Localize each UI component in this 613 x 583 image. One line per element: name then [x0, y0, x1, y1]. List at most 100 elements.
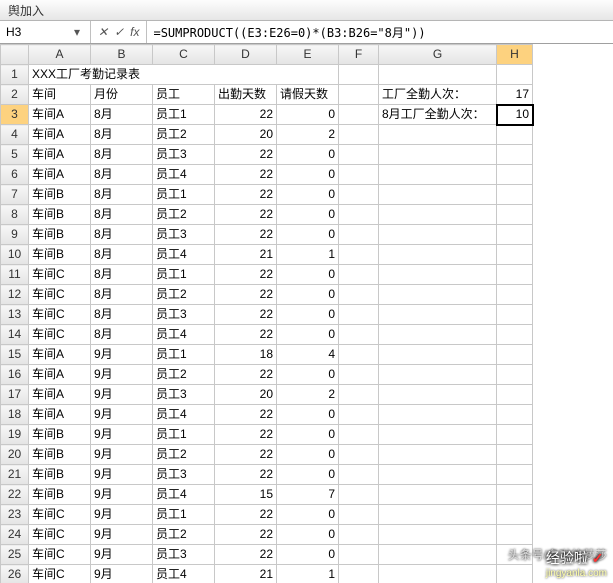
cell-H7[interactable]	[497, 185, 533, 205]
cell-G22[interactable]	[379, 485, 497, 505]
cell-A8[interactable]: 车间B	[29, 205, 91, 225]
cell-C23[interactable]: 员工1	[153, 505, 215, 525]
row-header[interactable]: 7	[1, 185, 29, 205]
name-box-input[interactable]	[0, 24, 70, 40]
cell-B7[interactable]: 8月	[91, 185, 153, 205]
cell-C25[interactable]: 员工3	[153, 545, 215, 565]
cell-D20[interactable]: 22	[215, 445, 277, 465]
cell-E5[interactable]: 0	[277, 145, 339, 165]
col-header-C[interactable]: C	[153, 45, 215, 65]
cell-B21[interactable]: 9月	[91, 465, 153, 485]
cell-C7[interactable]: 员工1	[153, 185, 215, 205]
col-header-B[interactable]: B	[91, 45, 153, 65]
cell-C15[interactable]: 员工1	[153, 345, 215, 365]
cell-E13[interactable]: 0	[277, 305, 339, 325]
cell-G24[interactable]	[379, 525, 497, 545]
header-cell[interactable]: 出勤天数	[215, 85, 277, 105]
cell-E10[interactable]: 1	[277, 245, 339, 265]
row-header[interactable]: 2	[1, 85, 29, 105]
cell-G14[interactable]	[379, 325, 497, 345]
title-cell[interactable]: XXX工厂考勤记录表	[29, 65, 339, 85]
cell-G1[interactable]	[379, 65, 497, 85]
header-cell[interactable]: 月份	[91, 85, 153, 105]
row-header[interactable]: 25	[1, 545, 29, 565]
cell-C10[interactable]: 员工4	[153, 245, 215, 265]
cell-G10[interactable]	[379, 245, 497, 265]
cell-G23[interactable]	[379, 505, 497, 525]
cell-D12[interactable]: 22	[215, 285, 277, 305]
cell-H17[interactable]	[497, 385, 533, 405]
cell-G11[interactable]	[379, 265, 497, 285]
cell-B9[interactable]: 8月	[91, 225, 153, 245]
cell-D23[interactable]: 22	[215, 505, 277, 525]
cell-H21[interactable]	[497, 465, 533, 485]
header-cell[interactable]: 请假天数	[277, 85, 339, 105]
cell-H8[interactable]	[497, 205, 533, 225]
cell-E6[interactable]: 0	[277, 165, 339, 185]
row-header[interactable]: 8	[1, 205, 29, 225]
cell-A20[interactable]: 车间B	[29, 445, 91, 465]
cell-F24[interactable]	[339, 525, 379, 545]
cell-D15[interactable]: 18	[215, 345, 277, 365]
cell-H4[interactable]	[497, 125, 533, 145]
cell-E21[interactable]: 0	[277, 465, 339, 485]
header-cell[interactable]: 车间	[29, 85, 91, 105]
cell-F21[interactable]	[339, 465, 379, 485]
cell-C5[interactable]: 员工3	[153, 145, 215, 165]
cell-D16[interactable]: 22	[215, 365, 277, 385]
row-header[interactable]: 22	[1, 485, 29, 505]
cell-A23[interactable]: 车间C	[29, 505, 91, 525]
cell-B11[interactable]: 8月	[91, 265, 153, 285]
cell-H1[interactable]	[497, 65, 533, 85]
row-header[interactable]: 14	[1, 325, 29, 345]
cell-A10[interactable]: 车间B	[29, 245, 91, 265]
cell-F8[interactable]	[339, 205, 379, 225]
cell-F22[interactable]	[339, 485, 379, 505]
cell-F19[interactable]	[339, 425, 379, 445]
cell-G13[interactable]	[379, 305, 497, 325]
cell-F6[interactable]	[339, 165, 379, 185]
cell-B8[interactable]: 8月	[91, 205, 153, 225]
cell-G7[interactable]	[379, 185, 497, 205]
cell-G6[interactable]	[379, 165, 497, 185]
cell-C16[interactable]: 员工2	[153, 365, 215, 385]
cell-H25[interactable]	[497, 545, 533, 565]
cell-E7[interactable]: 0	[277, 185, 339, 205]
cell-E20[interactable]: 0	[277, 445, 339, 465]
cell-H10[interactable]	[497, 245, 533, 265]
cell-G15[interactable]	[379, 345, 497, 365]
cell-G9[interactable]	[379, 225, 497, 245]
row-header[interactable]: 1	[1, 65, 29, 85]
cell-G8[interactable]	[379, 205, 497, 225]
cell-G20[interactable]	[379, 445, 497, 465]
cell-E3[interactable]: 0	[277, 105, 339, 125]
cell-H16[interactable]	[497, 365, 533, 385]
cell-D21[interactable]: 22	[215, 465, 277, 485]
cell-F7[interactable]	[339, 185, 379, 205]
cell-B3[interactable]: 8月	[91, 105, 153, 125]
cell-G19[interactable]	[379, 425, 497, 445]
cell-B25[interactable]: 9月	[91, 545, 153, 565]
cell-F3[interactable]	[339, 105, 379, 125]
cell-D22[interactable]: 15	[215, 485, 277, 505]
cell-H22[interactable]	[497, 485, 533, 505]
cell-E16[interactable]: 0	[277, 365, 339, 385]
cell-C14[interactable]: 员工4	[153, 325, 215, 345]
cell-E23[interactable]: 0	[277, 505, 339, 525]
cell-B16[interactable]: 9月	[91, 365, 153, 385]
cell-E15[interactable]: 4	[277, 345, 339, 365]
cell-A4[interactable]: 车间A	[29, 125, 91, 145]
cell-C9[interactable]: 员工3	[153, 225, 215, 245]
row-header[interactable]: 21	[1, 465, 29, 485]
cell-C22[interactable]: 员工4	[153, 485, 215, 505]
cell-C24[interactable]: 员工2	[153, 525, 215, 545]
cell-F18[interactable]	[339, 405, 379, 425]
cell-E9[interactable]: 0	[277, 225, 339, 245]
cell-C12[interactable]: 员工2	[153, 285, 215, 305]
col-header-F[interactable]: F	[339, 45, 379, 65]
cell-C11[interactable]: 员工1	[153, 265, 215, 285]
cell-H18[interactable]	[497, 405, 533, 425]
cell-A18[interactable]: 车间A	[29, 405, 91, 425]
cell-F17[interactable]	[339, 385, 379, 405]
name-box-dropdown-icon[interactable]: ▾	[70, 25, 84, 39]
